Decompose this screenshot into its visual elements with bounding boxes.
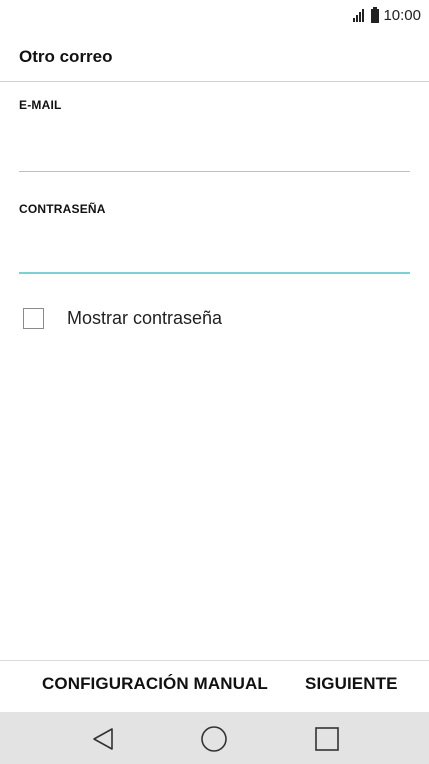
next-button[interactable]: SIGUIENTE	[305, 674, 398, 694]
password-underline-focused	[19, 272, 410, 274]
status-time: 10:00	[383, 7, 421, 24]
home-circle-icon[interactable]	[200, 726, 228, 752]
manual-setup-button[interactable]: CONFIGURACIÓN MANUAL	[42, 674, 268, 694]
battery-icon	[371, 6, 380, 23]
signal-icon	[353, 9, 365, 22]
navigation-bar	[0, 712, 429, 764]
email-label: E-MAIL	[19, 98, 62, 112]
email-underline	[19, 171, 410, 172]
status-bar: 10:00	[0, 0, 429, 30]
bottom-divider	[0, 660, 429, 661]
password-label: CONTRASEÑA	[19, 202, 106, 216]
page-title: Otro correo	[19, 47, 113, 66]
show-password-label: Mostrar contraseña	[67, 308, 223, 328]
status-indicators: 10:00	[353, 6, 421, 24]
recent-square-icon[interactable]	[313, 726, 341, 752]
show-password-row[interactable]: Mostrar contraseña	[23, 308, 222, 329]
back-triangle-icon[interactable]	[89, 726, 117, 752]
email-field[interactable]	[19, 133, 410, 169]
password-field[interactable]	[19, 234, 410, 270]
title-bar: Otro correo	[0, 30, 429, 82]
show-password-checkbox[interactable]	[23, 308, 44, 329]
